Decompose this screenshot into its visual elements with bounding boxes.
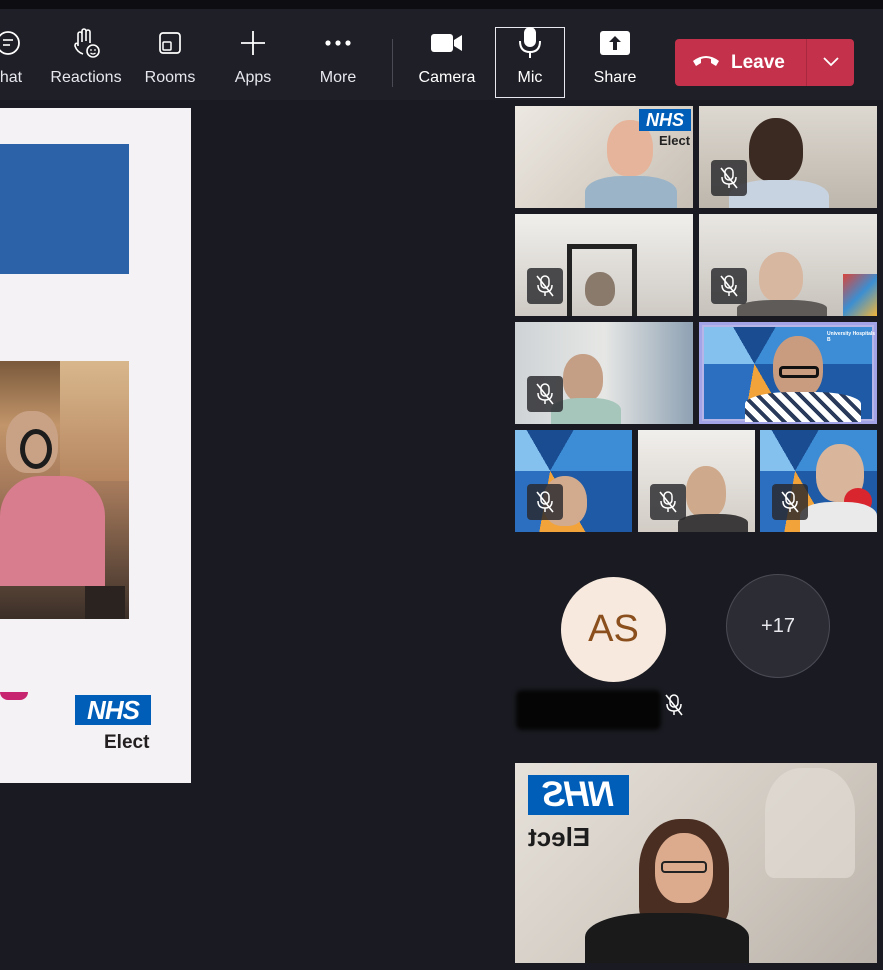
- share-button[interactable]: Share: [586, 21, 644, 99]
- leave-button-group: Leave: [675, 39, 854, 86]
- camera-icon: [429, 25, 465, 61]
- participant-video-tile[interactable]: [699, 214, 877, 316]
- active-speaker-tile[interactable]: University Hospitals B: [699, 322, 877, 424]
- participant-video-tile[interactable]: [760, 430, 877, 532]
- participant-video-tile[interactable]: [515, 322, 693, 424]
- tile-nhs-subtitle: Elect: [659, 133, 691, 148]
- shared-presentation: NHS Elect: [0, 108, 191, 783]
- camera-button[interactable]: Camera: [414, 21, 480, 99]
- camera-label: Camera: [418, 69, 476, 86]
- microphone-icon: [512, 25, 548, 61]
- mic-button[interactable]: Mic: [500, 21, 560, 99]
- slide-photo: [0, 361, 129, 619]
- participant-video-tile[interactable]: [515, 214, 693, 316]
- participant-video-tile[interactable]: [638, 430, 755, 532]
- nhs-logo: NHS: [75, 695, 151, 725]
- reactions-button[interactable]: Reactions: [49, 21, 123, 99]
- participant-video-tile[interactable]: NHS Elect: [515, 106, 693, 208]
- participant-video-tile[interactable]: [515, 430, 632, 532]
- toolbar-divider: [392, 39, 393, 87]
- rooms-icon: [152, 25, 188, 61]
- glasses-icon: [779, 366, 819, 378]
- rooms-button[interactable]: Rooms: [140, 21, 200, 99]
- raise-hand-icon: [68, 25, 104, 61]
- tile-nhs-logo: NHS: [639, 109, 691, 131]
- chat-button[interactable]: hat: [0, 21, 36, 99]
- muted-mic-icon: [772, 484, 808, 520]
- muted-mic-icon: [527, 376, 563, 412]
- mic-label: Mic: [517, 69, 543, 86]
- headphones-icon: [20, 429, 52, 469]
- slide-blue-block: [0, 144, 129, 274]
- muted-mic-icon: [711, 268, 747, 304]
- muted-mic-icon: [527, 484, 563, 520]
- muted-mic-icon: [711, 160, 747, 196]
- muted-mic-icon: [527, 268, 563, 304]
- hang-up-icon: [691, 52, 721, 73]
- glasses-icon: [661, 861, 707, 873]
- share-label: Share: [593, 69, 637, 86]
- chat-label: hat: [0, 69, 23, 86]
- leave-options-button[interactable]: [807, 54, 854, 72]
- participant-video-tile[interactable]: [699, 106, 877, 208]
- more-label: More: [319, 69, 357, 86]
- chevron-down-icon: [822, 54, 839, 72]
- muted-mic-icon: [650, 484, 686, 520]
- leave-button[interactable]: Leave: [675, 39, 805, 86]
- more-button[interactable]: More: [310, 21, 366, 99]
- self-view-nhs-subtitle: Elect: [528, 822, 591, 852]
- nhs-logo-subtitle: Elect: [104, 732, 150, 753]
- more-participants-button[interactable]: +17: [726, 574, 830, 678]
- meeting-toolbar: hat Reactions Rooms Apps More Camera Mic…: [0, 9, 883, 100]
- apps-button[interactable]: Apps: [225, 21, 281, 99]
- participant-avatar[interactable]: AS: [561, 577, 666, 682]
- chat-icon: [0, 25, 29, 61]
- window-top-strip: [0, 0, 883, 9]
- reactions-label: Reactions: [50, 69, 122, 86]
- speaker-tile-banner: University Hospitals B: [827, 331, 876, 343]
- leave-label: Leave: [731, 51, 785, 73]
- plus-icon: [235, 25, 271, 61]
- slide-pink-logo-fragment: [0, 692, 28, 700]
- rooms-label: Rooms: [144, 69, 196, 86]
- muted-mic-icon: [664, 694, 684, 721]
- apps-label: Apps: [234, 69, 272, 86]
- share-icon: [597, 25, 633, 61]
- self-view-nhs-logo: NHS: [528, 775, 629, 815]
- redacted-participant-name: [516, 690, 661, 730]
- more-dots-icon: [320, 25, 356, 61]
